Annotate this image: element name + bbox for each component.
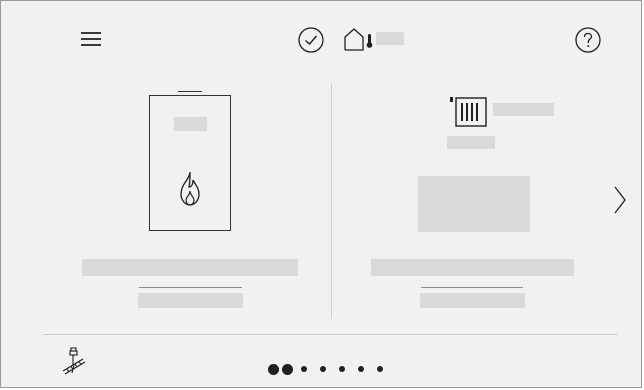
boiler-status-placeholder	[82, 259, 298, 276]
page-dot[interactable]	[320, 366, 326, 372]
home-thermometer-icon[interactable]	[343, 26, 377, 52]
page-dot[interactable]	[339, 366, 345, 372]
page-dot[interactable]	[268, 363, 279, 375]
circuit-temperature-placeholder	[418, 176, 530, 232]
check-circle-icon[interactable]	[297, 26, 325, 54]
chimney-sweep-icon[interactable]	[61, 347, 87, 375]
circuit-status-placeholder	[371, 259, 574, 276]
circuit-value-placeholder	[420, 293, 525, 308]
boiler-card[interactable]	[149, 95, 231, 231]
flame-icon	[178, 171, 202, 207]
footer-divider	[43, 334, 618, 335]
menu-icon[interactable]	[80, 31, 102, 47]
boiler-value-placeholder	[138, 293, 243, 308]
chevron-right-icon[interactable]	[613, 185, 627, 215]
boiler-label-placeholder	[174, 117, 207, 131]
boiler-top-line	[178, 91, 202, 92]
help-icon[interactable]	[574, 26, 602, 54]
radiator-icon	[449, 96, 487, 128]
panel-divider	[331, 83, 332, 319]
circuit-name-placeholder	[493, 103, 554, 116]
page-dot[interactable]	[358, 366, 364, 372]
home-temperature-placeholder	[376, 32, 404, 45]
circuit-label-placeholder	[447, 136, 495, 149]
page-dot[interactable]	[282, 363, 293, 375]
page-dot[interactable]	[301, 366, 307, 372]
page-dot[interactable]	[377, 366, 383, 372]
controller-screen	[0, 0, 642, 388]
circuit-underline	[421, 287, 523, 288]
boiler-underline	[139, 287, 242, 288]
